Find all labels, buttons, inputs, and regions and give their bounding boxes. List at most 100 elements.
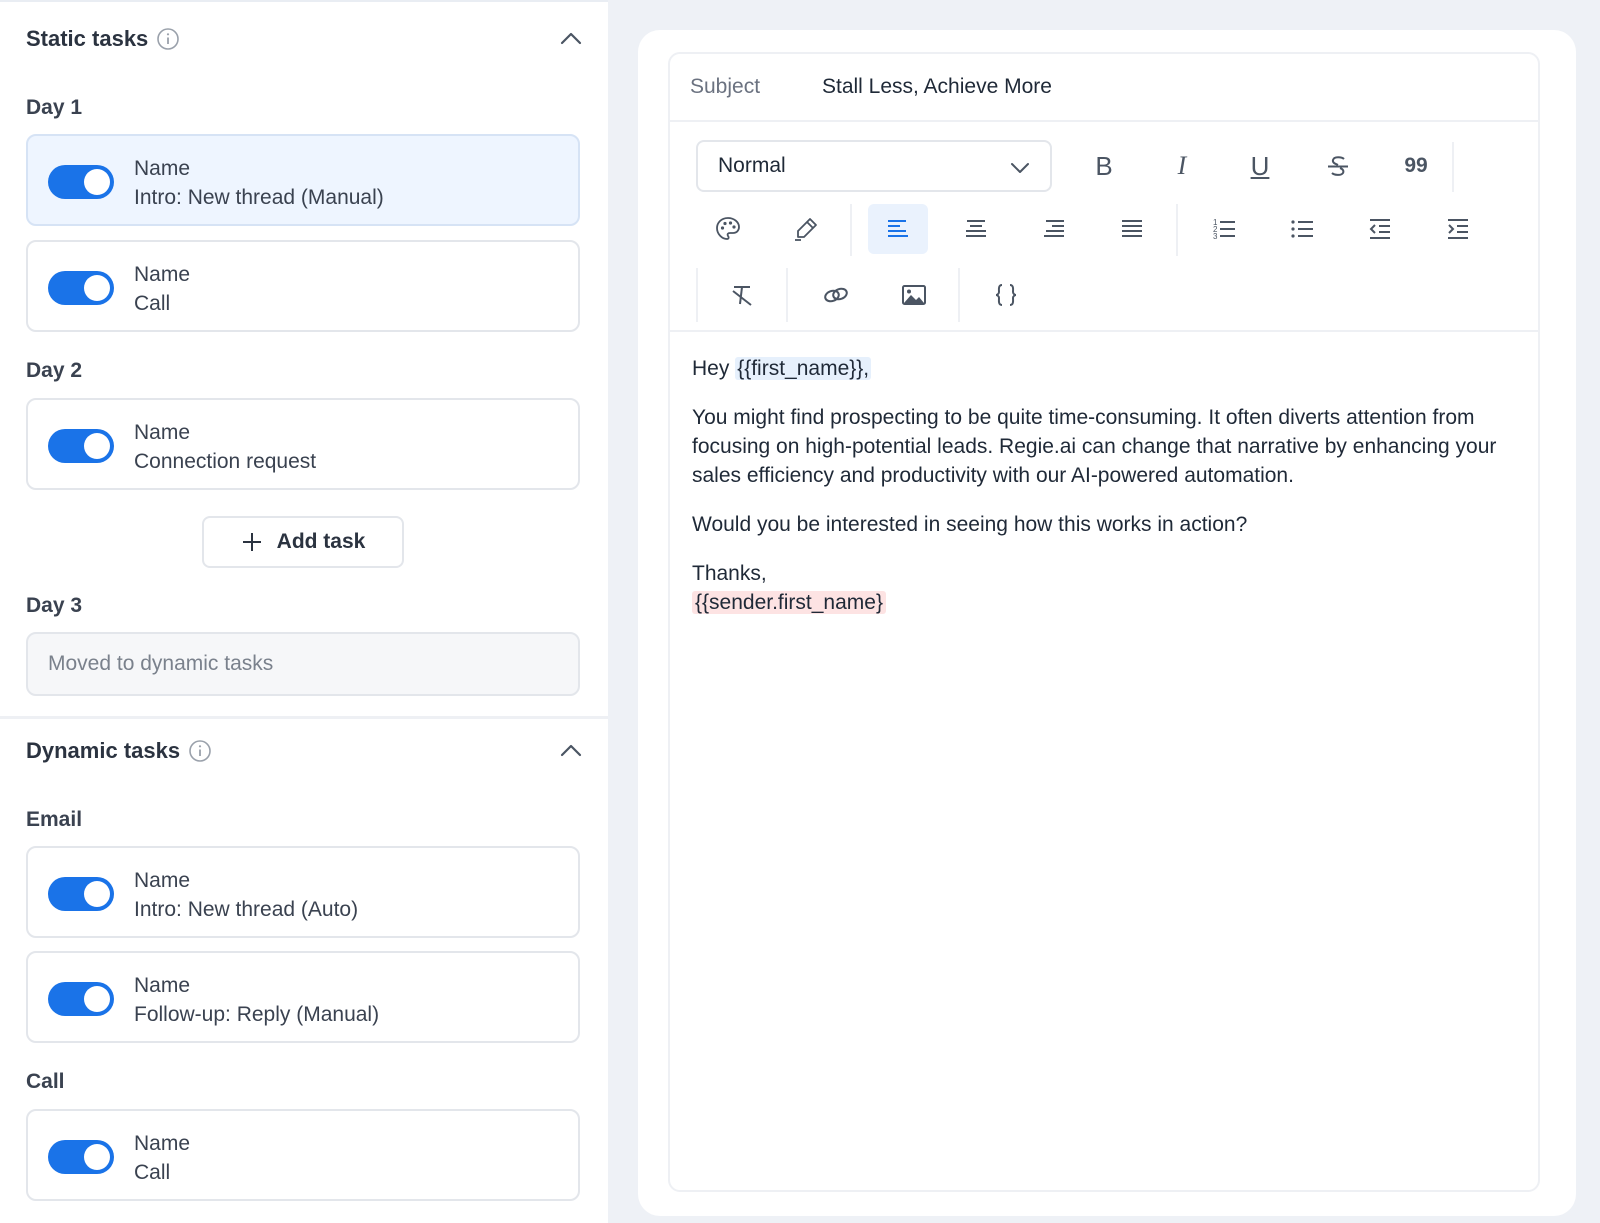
strikethrough-button[interactable] [1308, 141, 1368, 191]
signoff-line: Thanks, [692, 562, 767, 585]
outdent-icon [1369, 219, 1390, 239]
text-color-button[interactable] [698, 204, 758, 254]
task-name-value: Intro: New thread (Manual) [134, 186, 384, 209]
align-center-button[interactable] [946, 204, 1006, 254]
toolbar-separator [1452, 142, 1454, 192]
email-editor-panel: Subject Stall Less, Achieve More Normal … [608, 0, 1600, 1223]
task-enabled-toggle[interactable] [48, 429, 114, 463]
task-card-call-dynamic[interactable]: Name Call [26, 1109, 580, 1201]
underline-button[interactable]: U [1230, 141, 1290, 191]
highlighter-pen-icon [795, 218, 817, 241]
static-tasks-title: Static tasks [26, 26, 149, 51]
bold-button[interactable]: B [1074, 141, 1134, 191]
align-justify-button[interactable] [1102, 204, 1162, 254]
image-icon [902, 285, 926, 305]
task-enabled-toggle[interactable] [48, 271, 114, 305]
task-card-call[interactable]: Name Call [26, 240, 580, 332]
insert-variable-button[interactable] [976, 270, 1036, 320]
toggle-knob [84, 275, 110, 301]
task-text: Name Intro: New thread (Manual) [134, 154, 384, 212]
task-text: Name Call [134, 1129, 190, 1187]
task-enabled-toggle[interactable] [48, 1140, 114, 1174]
task-name-value: Intro: New thread (Auto) [134, 898, 359, 921]
subject-input[interactable]: Stall Less, Achieve More [822, 75, 1052, 99]
numbered-list-icon: 123 [1213, 218, 1235, 241]
italic-button[interactable]: I [1152, 141, 1212, 191]
task-enabled-toggle[interactable] [48, 877, 114, 911]
toggle-knob [84, 881, 110, 907]
indent-button[interactable] [1428, 204, 1488, 254]
task-text: Name Connection request [134, 418, 316, 476]
dynamic-tasks-title-wrap: Dynamic tasks [26, 738, 212, 764]
bullet-list-button[interactable] [1272, 204, 1332, 254]
blockquote-button[interactable]: 99 [1386, 141, 1446, 191]
outdent-button[interactable] [1350, 204, 1410, 254]
align-justify-icon [1122, 220, 1142, 237]
task-sidebar: Static tasks Day 1 Name Intro: New threa… [0, 0, 608, 1223]
curly-braces-icon [995, 284, 1017, 306]
toolbar-separator [850, 204, 852, 256]
align-right-button[interactable] [1024, 204, 1084, 254]
day-1-label: Day 1 [26, 96, 83, 119]
task-name-value: Follow-up: Reply (Manual) [134, 1003, 380, 1026]
body-paragraph-2: Would you be interested in seeing how th… [692, 513, 1248, 536]
toolbar-separator [1176, 204, 1178, 256]
align-left-icon [888, 220, 908, 237]
task-name-label: Name [134, 974, 191, 997]
email-editor: Subject Stall Less, Achieve More Normal … [668, 52, 1540, 1192]
toolbar-separator [958, 268, 960, 322]
task-enabled-toggle[interactable] [48, 165, 114, 199]
formatting-toolbar: Normal B I U 99 1 2 3 [670, 122, 1538, 332]
collapse-dynamic-tasks-chevron-up-icon[interactable] [556, 736, 586, 766]
task-name-label: Name [134, 869, 191, 892]
align-right-icon [1044, 220, 1064, 237]
underline-icon: U [1250, 150, 1270, 181]
clear-format-icon [732, 286, 752, 306]
toggle-knob [84, 1144, 110, 1170]
task-card-intro-new-thread-manual[interactable]: Name Intro: New thread (Manual) [26, 134, 580, 226]
toolbar-separator [696, 268, 698, 322]
task-text: Name Follow-up: Reply (Manual) [134, 971, 379, 1029]
collapse-static-tasks-chevron-up-icon[interactable] [556, 24, 586, 54]
indent-icon [1448, 219, 1468, 239]
ordered-list-button[interactable]: 123 [1194, 204, 1254, 254]
first-name-variable-chip[interactable]: {{first_name}}, [735, 357, 872, 380]
highlight-button[interactable] [776, 204, 836, 254]
text-style-select[interactable]: Normal [696, 140, 1052, 192]
add-task-button[interactable]: Add task [202, 516, 404, 568]
email-group-label: Email [26, 808, 83, 831]
call-group-label: Call [26, 1070, 65, 1093]
link-icon [824, 287, 848, 303]
palette-icon [716, 217, 740, 240]
text-style-value: Normal [718, 154, 786, 177]
align-center-icon [966, 220, 986, 237]
sender-first-name-variable-chip[interactable]: {{sender.first_name} [692, 591, 886, 614]
task-enabled-toggle[interactable] [48, 982, 114, 1016]
email-body-editor[interactable]: Hey {{first_name}}, You might find prosp… [692, 354, 1512, 617]
info-icon[interactable] [188, 739, 212, 763]
subject-label: Subject [690, 75, 761, 98]
plus-icon [242, 533, 261, 551]
task-card-follow-up-reply-manual[interactable]: Name Follow-up: Reply (Manual) [26, 951, 580, 1043]
clear-formatting-button[interactable] [712, 270, 772, 320]
task-name-value: Call [134, 1161, 171, 1184]
sender-line: {{sender.first_name} [692, 588, 1512, 617]
task-name-label: Name [134, 263, 191, 286]
insert-image-button[interactable] [884, 270, 944, 320]
subject-row[interactable]: Subject Stall Less, Achieve More [670, 54, 1538, 122]
toggle-knob [84, 169, 110, 195]
chevron-down-icon [1011, 163, 1029, 173]
info-icon[interactable] [156, 27, 180, 51]
static-tasks-title-wrap: Static tasks [26, 26, 180, 52]
editor-card: Subject Stall Less, Achieve More Normal … [638, 30, 1576, 1216]
quote-icon: 99 [1404, 154, 1428, 177]
align-left-button[interactable] [868, 204, 928, 254]
task-name-label: Name [134, 421, 191, 444]
task-card-connection-request[interactable]: Name Connection request [26, 398, 580, 490]
toggle-knob [84, 433, 110, 459]
task-card-intro-new-thread-auto[interactable]: Name Intro: New thread (Auto) [26, 846, 580, 938]
bullet-list-icon [1291, 220, 1313, 238]
day-3-label: Day 3 [26, 594, 83, 617]
insert-link-button[interactable] [806, 270, 866, 320]
dynamic-tasks-title: Dynamic tasks [26, 738, 181, 763]
